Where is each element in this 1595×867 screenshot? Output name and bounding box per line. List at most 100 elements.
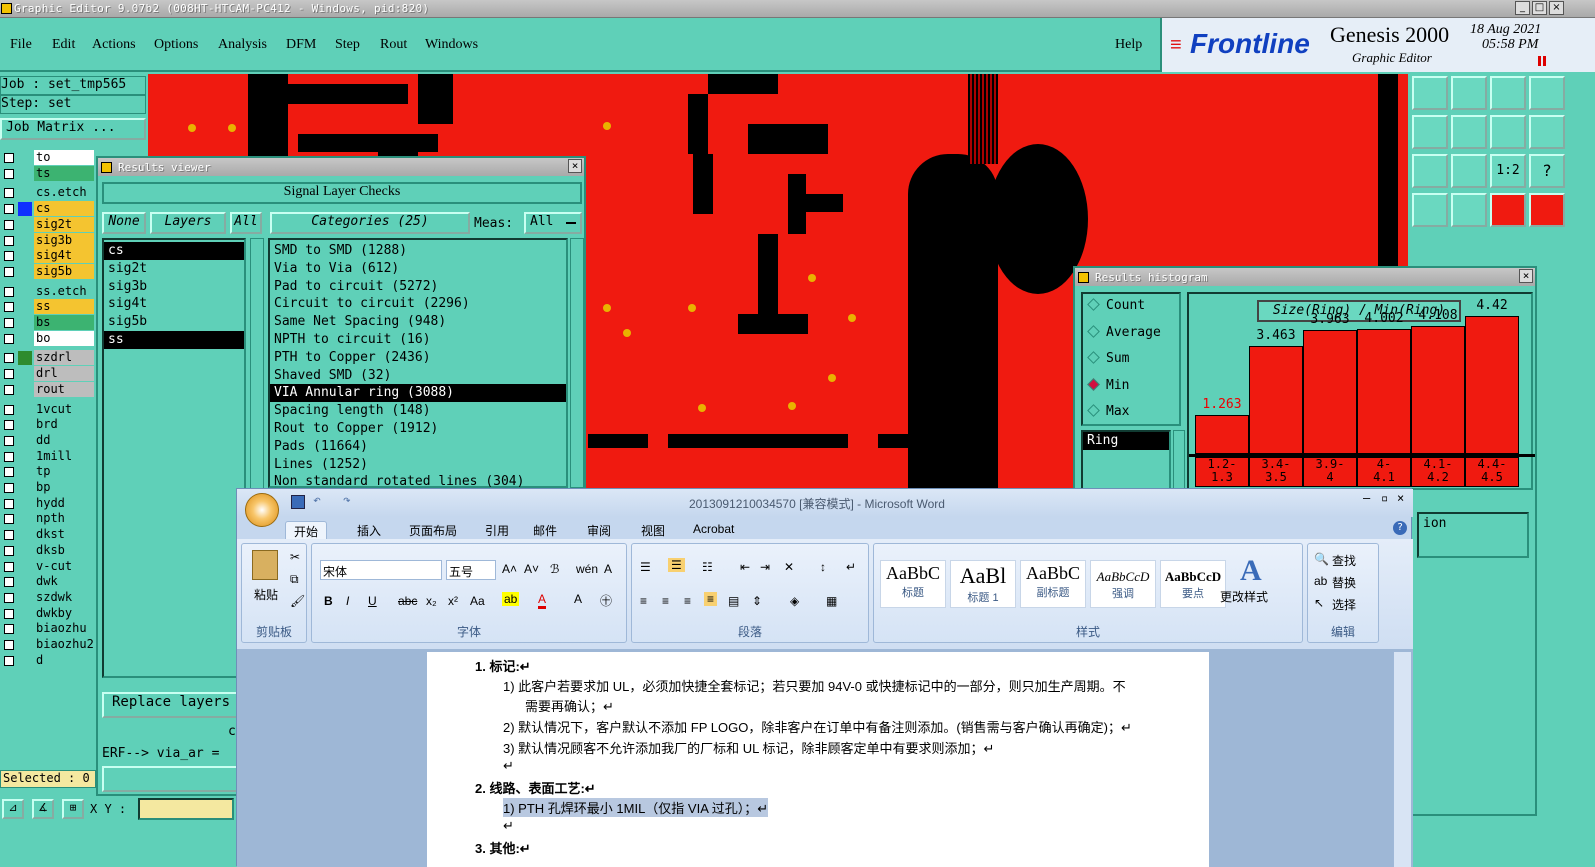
superscript-icon[interactable]: x²	[448, 594, 458, 608]
list-item[interactable]: Ring	[1083, 432, 1169, 450]
office-button-icon[interactable]	[245, 493, 279, 527]
borders-icon[interactable]: ▦	[826, 594, 837, 608]
layer-row[interactable]: dkst	[0, 527, 96, 543]
layer-name[interactable]: szdwk	[34, 589, 94, 605]
layer-color-swatch[interactable]	[18, 316, 32, 330]
job-matrix-button[interactable]: Job Matrix ...	[0, 118, 146, 140]
layer-checkbox[interactable]	[4, 435, 14, 446]
layer-checkbox[interactable]	[4, 655, 14, 666]
layer-checkbox[interactable]	[4, 353, 14, 364]
ribbon-tab[interactable]: 审阅	[579, 521, 619, 540]
layer-checkbox[interactable]	[4, 640, 14, 650]
layer-row[interactable]: drl	[0, 366, 96, 382]
layer-name[interactable]: dwkby	[34, 605, 94, 621]
ribbon-tab[interactable]: 视图	[633, 521, 673, 540]
menu-step[interactable]: Step	[335, 37, 360, 53]
layer-name[interactable]: sig2t	[34, 216, 94, 232]
layer-checkbox[interactable]	[4, 168, 14, 179]
layer-color-swatch[interactable]	[18, 217, 32, 232]
category-item[interactable]: NPTH to circuit (16)	[270, 331, 566, 349]
histogram-bar[interactable]	[1303, 330, 1357, 454]
layer-checkbox[interactable]	[4, 561, 14, 572]
none-button[interactable]: None	[102, 212, 146, 234]
layer-checkbox[interactable]	[4, 514, 14, 525]
layer-color-swatch[interactable]	[18, 606, 32, 621]
measure-icon[interactable]	[1412, 193, 1448, 227]
measure-tool-icon[interactable]: ∡	[32, 799, 54, 819]
bullets-icon[interactable]: ☰	[640, 560, 651, 574]
category-item[interactable]: Rout to Copper (1912)	[270, 420, 566, 438]
radio-icon[interactable]	[1087, 298, 1100, 311]
zoom-tool-icon[interactable]: ⊿	[2, 799, 24, 819]
result-layer-item[interactable]: sig2t	[104, 260, 244, 278]
layer-row[interactable]: dwk	[0, 574, 96, 590]
menu-analysis[interactable]: Analysis	[218, 37, 267, 53]
document-page[interactable]: 1. 标记:↵ 1) 此客户若要求加 UL，必须加快捷全套标记；若只要加 94V…	[427, 652, 1209, 867]
redo-icon[interactable]: ↷	[343, 493, 351, 508]
layer-row[interactable]: sig5b	[0, 263, 96, 280]
menu-options[interactable]: Options	[154, 37, 198, 53]
category-item[interactable]: SMD to SMD (1288)	[270, 242, 566, 260]
decrease-indent-icon[interactable]: ⇤	[740, 560, 750, 574]
save-icon[interactable]	[1451, 76, 1487, 110]
layer-checkbox[interactable]	[4, 592, 14, 603]
layer-color-swatch[interactable]	[18, 622, 32, 637]
help-icon[interactable]: ?	[1393, 521, 1407, 535]
layer-color-swatch[interactable]	[18, 559, 32, 574]
layer-results-list[interactable]: cs sig2t sig3b sig4t sig5b ss	[102, 238, 246, 678]
layer-checkbox[interactable]	[4, 608, 14, 619]
layer-color-swatch[interactable]	[18, 166, 32, 181]
ribbon-tab[interactable]: 页面布局	[401, 521, 465, 540]
line-spacing-icon[interactable]: ⇕	[752, 594, 762, 608]
layer-name[interactable]: 1vcut	[34, 401, 94, 417]
char-border-icon[interactable]: A	[604, 562, 612, 576]
layer-color-swatch[interactable]	[18, 284, 32, 299]
enclose-char-icon[interactable]: ㊉	[600, 592, 612, 609]
histogram-bar[interactable]	[1411, 326, 1465, 454]
ribbon-tab[interactable]: Acrobat	[685, 521, 742, 537]
layer-row[interactable]: npth	[0, 511, 96, 527]
style-item[interactable]: AaBbC 标题	[880, 560, 946, 608]
categories-button[interactable]: Categories (25)	[270, 212, 470, 234]
layer-name[interactable]: sig5b	[34, 263, 94, 279]
select-button[interactable]: 选择	[1332, 596, 1356, 613]
ribbon-tab[interactable]: 引用	[477, 521, 517, 540]
close-button[interactable]: ×	[1549, 1, 1564, 15]
layer-row[interactable]: szdwk	[0, 589, 96, 606]
meas-dropdown[interactable]: All	[524, 212, 582, 234]
layer-row[interactable]: hydd	[0, 495, 96, 512]
menu-edit[interactable]: Edit	[52, 37, 75, 53]
layer-row[interactable]: d	[0, 652, 96, 669]
layer-name[interactable]: dwk	[34, 574, 94, 590]
layer-checkbox[interactable]	[4, 451, 14, 462]
layer-color-swatch[interactable]	[18, 449, 32, 464]
asian-layout-icon[interactable]: ✕	[784, 560, 794, 574]
layer-checkbox[interactable]	[4, 577, 14, 588]
layer-checkbox[interactable]	[4, 530, 14, 541]
select-icon[interactable]: ↖	[1314, 596, 1324, 610]
layer-checkbox[interactable]	[4, 302, 14, 313]
highlight-icon[interactable]: ab	[502, 592, 520, 606]
layer-checkbox[interactable]	[4, 420, 14, 431]
layer-name[interactable]: to	[34, 150, 94, 165]
layer-color-swatch[interactable]	[18, 512, 32, 527]
window-icon[interactable]	[1529, 76, 1565, 110]
ribbon-tab[interactable]: 邮件	[525, 521, 565, 540]
menu-actions[interactable]: Actions	[92, 37, 136, 53]
pause-icon[interactable]	[1538, 56, 1546, 66]
menu-rout[interactable]: Rout	[380, 37, 407, 53]
layer-color-swatch[interactable]	[18, 264, 32, 279]
layer-checkbox[interactable]	[4, 286, 14, 297]
vertical-scrollbar[interactable]	[1393, 652, 1411, 867]
result-layer-item[interactable]: sig3b	[104, 278, 244, 296]
layer-checkbox[interactable]	[4, 204, 14, 215]
result-layer-item[interactable]: ss	[104, 330, 244, 349]
replace-icon[interactable]: ab	[1314, 574, 1327, 588]
fit-vertical-icon[interactable]	[1412, 154, 1448, 188]
layer-color-swatch[interactable]	[18, 300, 32, 315]
layer-name[interactable]: sig4t	[34, 248, 94, 264]
category-item[interactable]: VIA Annular ring (3088)	[270, 384, 566, 403]
layer-row[interactable]: 1vcut	[0, 401, 96, 418]
bin-label[interactable]: 1.2- 1.3	[1195, 457, 1249, 487]
minimize-button[interactable]: –	[1363, 491, 1370, 505]
